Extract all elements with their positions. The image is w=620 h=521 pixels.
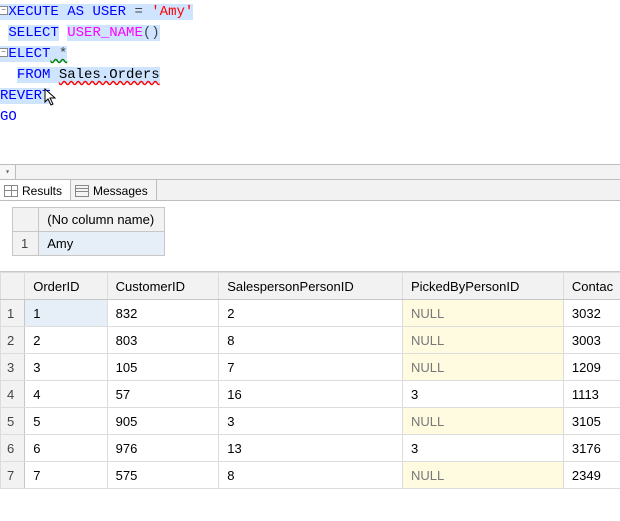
- fold-icon[interactable]: −: [0, 48, 8, 57]
- col-customerid[interactable]: CustomerID: [107, 273, 219, 300]
- cell-orderid[interactable]: 5: [25, 408, 107, 435]
- cell-customerid[interactable]: 803: [107, 327, 219, 354]
- cell-salesperson[interactable]: 13: [219, 435, 403, 462]
- grid2-row-header[interactable]: 7: [1, 462, 25, 489]
- fn-username: USER_NAME: [67, 25, 143, 41]
- grid2-row-header[interactable]: 2: [1, 327, 25, 354]
- cell-salesperson[interactable]: 2: [219, 300, 403, 327]
- cell-customerid[interactable]: 105: [107, 354, 219, 381]
- kw-execute: EXECUTE: [0, 4, 59, 20]
- cell-orderid[interactable]: 2: [25, 327, 107, 354]
- grid1-row-header[interactable]: 1: [13, 232, 39, 256]
- cell-pickedby[interactable]: NULL: [403, 327, 564, 354]
- cell-pickedby[interactable]: NULL: [403, 354, 564, 381]
- kw-from: FROM: [17, 67, 51, 83]
- grid2-row-header[interactable]: 6: [1, 435, 25, 462]
- result-grid-1[interactable]: (No column name) 1 Amy: [0, 201, 620, 271]
- results-grid-icon: [4, 185, 18, 197]
- grid2-row-header[interactable]: 1: [1, 300, 25, 327]
- cell-salesperson[interactable]: 16: [219, 381, 403, 408]
- cell-orderid[interactable]: 3: [25, 354, 107, 381]
- grid2-row-header[interactable]: 4: [1, 381, 25, 408]
- op-eq: =: [126, 4, 151, 20]
- messages-icon: [75, 185, 89, 197]
- grid2-row-header[interactable]: 3: [1, 354, 25, 381]
- kw-revert: REVERT: [0, 88, 50, 104]
- cell-orderid[interactable]: 7: [25, 462, 107, 489]
- cell-customerid[interactable]: 905: [107, 408, 219, 435]
- sql-editor[interactable]: −EXECUTE AS USER = 'Amy' SELECT USER_NAM…: [0, 0, 620, 164]
- cell-contact[interactable]: 1209: [563, 354, 620, 381]
- cell-salesperson[interactable]: 3: [219, 408, 403, 435]
- cell-pickedby[interactable]: NULL: [403, 408, 564, 435]
- tab-results[interactable]: Results: [0, 179, 71, 200]
- tab-messages[interactable]: Messages: [71, 179, 157, 200]
- splitter-bar[interactable]: ▾: [0, 164, 620, 180]
- grid1-cell-value[interactable]: Amy: [39, 232, 165, 256]
- cell-customerid[interactable]: 976: [107, 435, 219, 462]
- cell-salesperson[interactable]: 7: [219, 354, 403, 381]
- cell-pickedby[interactable]: 3: [403, 435, 564, 462]
- cell-customerid[interactable]: 57: [107, 381, 219, 408]
- cell-contact[interactable]: 3105: [563, 408, 620, 435]
- cell-contact[interactable]: 2349: [563, 462, 620, 489]
- kw-as: AS: [67, 4, 84, 20]
- cell-salesperson[interactable]: 8: [219, 462, 403, 489]
- fold-icon[interactable]: −: [0, 6, 8, 15]
- space: [50, 67, 58, 83]
- cell-contact[interactable]: 3176: [563, 435, 620, 462]
- cell-salesperson[interactable]: 8: [219, 327, 403, 354]
- ident-sales-orders: Sales.Orders: [59, 67, 160, 83]
- cell-contact[interactable]: 1113: [563, 381, 620, 408]
- paren: (): [143, 25, 160, 41]
- col-pickedby[interactable]: PickedByPersonID: [403, 273, 564, 300]
- cell-orderid[interactable]: 4: [25, 381, 107, 408]
- cell-customerid[interactable]: 832: [107, 300, 219, 327]
- tab-results-label: Results: [22, 184, 62, 198]
- kw-user: USER: [92, 4, 126, 20]
- col-salesperson[interactable]: SalespersonPersonID: [219, 273, 403, 300]
- grid2-corner: [1, 273, 25, 300]
- col-contact[interactable]: Contac: [563, 273, 620, 300]
- star: *: [50, 46, 67, 62]
- results-tabs: Results Messages: [0, 180, 620, 201]
- results-area: (No column name) 1 Amy OrderID CustomerI…: [0, 201, 620, 489]
- grid1-header-col1[interactable]: (No column name): [39, 208, 165, 232]
- cell-pickedby[interactable]: NULL: [403, 462, 564, 489]
- grid1-corner: [13, 208, 39, 232]
- cell-contact[interactable]: 3003: [563, 327, 620, 354]
- splitter-handle-icon[interactable]: ▾: [0, 165, 16, 179]
- kw-select: SELECT: [8, 25, 58, 41]
- cell-pickedby[interactable]: NULL: [403, 300, 564, 327]
- tab-messages-label: Messages: [93, 184, 148, 198]
- cell-pickedby[interactable]: 3: [403, 381, 564, 408]
- col-orderid[interactable]: OrderID: [25, 273, 107, 300]
- string-amy: 'Amy': [151, 4, 193, 20]
- result-grid-2[interactable]: OrderID CustomerID SalespersonPersonID P…: [0, 271, 620, 489]
- kw-go: GO: [0, 109, 17, 125]
- cell-customerid[interactable]: 575: [107, 462, 219, 489]
- grid2-row-header[interactable]: 5: [1, 408, 25, 435]
- cell-orderid[interactable]: 6: [25, 435, 107, 462]
- cell-contact[interactable]: 3032: [563, 300, 620, 327]
- cell-orderid[interactable]: 1: [25, 300, 107, 327]
